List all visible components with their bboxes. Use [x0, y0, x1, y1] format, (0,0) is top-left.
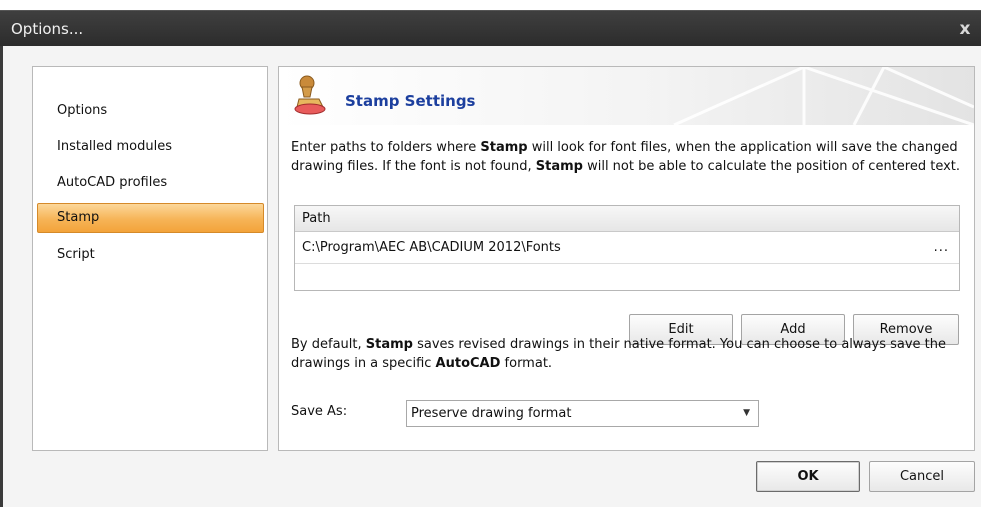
intro-text-part: will not be able to calculate the positi…	[582, 159, 961, 174]
font-paths-table: Path C:\Program\AEC AB\CADIUM 2012\Fonts…	[294, 205, 960, 291]
sidebar-item-label: Installed modules	[57, 139, 173, 154]
browse-ellipsis-button[interactable]: ...	[934, 232, 949, 264]
intro-text-bold: Stamp	[480, 140, 528, 155]
intro-text-bold: Stamp	[535, 159, 583, 174]
stamp-settings-panel: Stamp Settings Enter paths to folders wh…	[278, 66, 975, 451]
sidebar-item-stamp[interactable]: Stamp	[37, 203, 264, 233]
sidebar-item-options[interactable]: Options	[37, 96, 264, 126]
intro-text: Enter paths to folders where Stamp will …	[291, 138, 963, 176]
format-note-part: format.	[500, 356, 553, 371]
sidebar-item-label: AutoCAD profiles	[57, 175, 168, 190]
window-title: Options...	[11, 20, 84, 38]
header-decoration	[673, 67, 974, 125]
sidebar-item-installed-modules[interactable]: Installed modules	[37, 132, 264, 162]
sidebar-item-label: Options	[57, 103, 108, 118]
path-cell[interactable]: C:\Program\AEC AB\CADIUM 2012\Fonts	[302, 240, 561, 255]
stamp-icon	[294, 75, 326, 115]
sidebar-item-label: Stamp	[57, 210, 100, 225]
close-icon[interactable]: x	[955, 11, 975, 47]
save-as-label: Save As:	[291, 404, 348, 419]
sidebar-item-script[interactable]: Script	[37, 240, 264, 270]
options-dialog: Options... x Options Installed modules A…	[0, 0, 981, 507]
format-note-bold: Stamp	[365, 337, 413, 352]
table-row[interactable]: C:\Program\AEC AB\CADIUM 2012\Fonts ...	[295, 232, 959, 264]
dialog-body: Options Installed modules AutoCAD profil…	[0, 46, 981, 507]
save-as-value: Preserve drawing format	[411, 406, 572, 421]
path-column-header[interactable]: Path	[295, 206, 959, 232]
sidebar-item-autocad-profiles[interactable]: AutoCAD profiles	[37, 168, 264, 198]
intro-text-part: Enter paths to folders where	[291, 140, 481, 155]
cancel-button[interactable]: Cancel	[869, 461, 975, 492]
options-sidebar: Options Installed modules AutoCAD profil…	[32, 66, 268, 451]
panel-title: Stamp Settings	[345, 92, 476, 110]
format-note-bold: AutoCAD	[435, 356, 501, 371]
format-note-text: By default, Stamp saves revised drawings…	[291, 335, 963, 373]
sidebar-item-label: Script	[57, 247, 95, 262]
title-bar[interactable]: Options... x	[0, 10, 981, 46]
panel-header: Stamp Settings	[279, 67, 974, 125]
save-as-dropdown[interactable]: Preserve drawing format ▼	[406, 400, 759, 427]
ok-button[interactable]: OK	[756, 461, 860, 492]
format-note-part: By default,	[291, 337, 366, 352]
chevron-down-icon[interactable]: ▼	[743, 401, 750, 426]
